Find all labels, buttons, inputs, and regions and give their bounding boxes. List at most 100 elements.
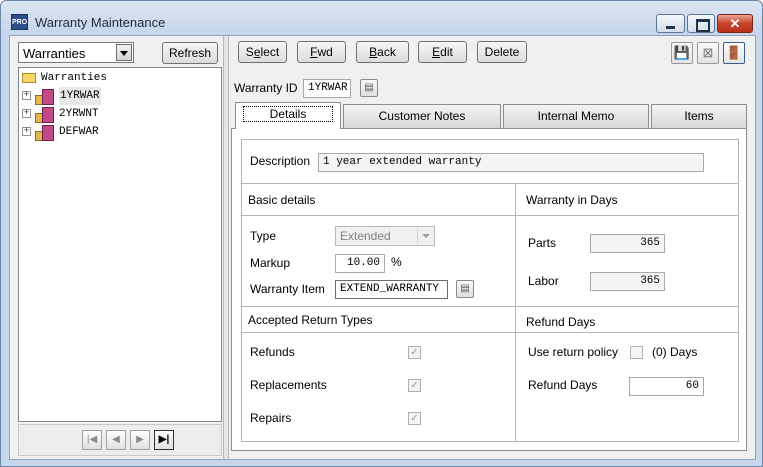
app-icon: PRO — [11, 14, 28, 30]
warranty-id-field[interactable]: 1YRWAR — [303, 79, 351, 98]
tree-item-label: 2YRWNT — [59, 108, 99, 120]
forward-label-post: wd — [317, 45, 333, 59]
warranty-item-label: Warranty Item — [250, 282, 325, 296]
tree-item-label: 1YRWAR — [59, 87, 101, 105]
warranty-icon — [35, 89, 54, 105]
save-icon[interactable]: 💾 — [671, 42, 693, 64]
repairs-checkbox[interactable]: ✓ — [408, 412, 421, 425]
next-icon: ▶ — [136, 434, 144, 445]
forward-button[interactable]: Fwd — [297, 41, 346, 63]
type-label: Type — [250, 229, 277, 243]
tree-root-label: Warranties — [41, 72, 108, 84]
back-button[interactable]: Back — [356, 41, 409, 63]
list-type-combo[interactable]: Warranties — [18, 42, 134, 63]
labor-field[interactable]: 365 — [590, 272, 665, 291]
refund-days-title: Refund Days — [526, 315, 596, 329]
warranty-icon — [35, 125, 54, 141]
tree-item[interactable]: + DEFWAR — [19, 123, 219, 141]
basic-details-title: Basic details — [248, 193, 316, 207]
refund-days-group: Refund Days Use return policy (0) Days R… — [515, 306, 739, 442]
tree-root[interactable]: Warranties — [19, 69, 219, 87]
refund-days-header: Refund Days — [516, 307, 738, 333]
warranty-days-group: Warranty in Days Parts 365 Labor 365 — [515, 183, 739, 307]
tree-item[interactable]: + 1YRWAR — [19, 87, 219, 105]
tab-items[interactable]: Items — [651, 104, 747, 128]
previous-icon: ◀ — [112, 434, 120, 445]
basic-details-header: Basic details — [242, 184, 515, 216]
warranty-id-label: Warranty ID — [234, 81, 298, 95]
tree-item-label: DEFWAR — [59, 126, 99, 138]
lookup-icon[interactable]: ▤ — [360, 79, 378, 97]
refund-days-field[interactable]: 60 — [629, 377, 704, 396]
replacements-checkbox[interactable]: ✓ — [408, 379, 421, 392]
warranty-icon — [35, 107, 54, 123]
maximize-button[interactable] — [687, 14, 715, 33]
return-types-title: Accepted Return Types — [248, 313, 373, 327]
use-return-policy-checkbox[interactable] — [630, 346, 643, 359]
use-return-policy-label: Use return policy — [528, 345, 619, 359]
select-accel: e — [253, 45, 261, 59]
last-record-button[interactable]: ▶| — [154, 430, 174, 450]
delete-button[interactable]: Delete — [477, 41, 527, 63]
folder-icon — [22, 73, 36, 83]
pane-splitter[interactable] — [223, 36, 229, 459]
expand-icon[interactable]: + — [22, 109, 31, 118]
minimize-button[interactable] — [656, 14, 685, 33]
markup-field[interactable]: 10.00 — [335, 254, 385, 273]
close-icon: ✕ — [729, 16, 741, 31]
close-button[interactable]: ✕ — [717, 14, 753, 33]
policy-days-text: (0) Days — [652, 345, 698, 359]
type-value: Extended — [340, 229, 391, 243]
details-panel: Description 1 year extended warranty Bas… — [231, 128, 747, 451]
warranty-item-field[interactable]: EXTEND_WARRANTY — [335, 280, 448, 299]
markup-unit: % — [391, 255, 402, 269]
edit-label-post: dit — [440, 45, 453, 59]
chevron-down-icon[interactable] — [116, 44, 132, 61]
repairs-label: Repairs — [250, 411, 292, 425]
return-types-group: Accepted Return Types Refunds ✓ Replacem… — [241, 306, 516, 442]
previous-record-button[interactable]: ◀ — [106, 430, 126, 450]
edit-button[interactable]: Edit — [418, 41, 467, 63]
select-label-post: lect — [260, 45, 280, 59]
type-select[interactable]: Extended — [335, 226, 435, 246]
refunds-label: Refunds — [250, 345, 295, 359]
description-field[interactable]: 1 year extended warranty — [318, 153, 704, 172]
record-navigator: |◀ ◀ ▶ ▶| — [18, 424, 222, 456]
lookup-icon[interactable]: ▤ — [456, 280, 474, 298]
tab-customer-notes[interactable]: Customer Notes — [343, 104, 501, 128]
next-record-button[interactable]: ▶ — [130, 430, 150, 450]
parts-field[interactable]: 365 — [590, 234, 665, 253]
warranty-tree: Warranties + 1YRWAR + 2YRWNT + DEFWAR — [18, 67, 222, 422]
warranty-days-header: Warranty in Days — [516, 184, 738, 216]
replacements-label: Replacements — [250, 378, 327, 392]
refund-days-label: Refund Days — [528, 378, 598, 392]
tab-details-label: Details — [242, 106, 334, 122]
window: PRO Warranty Maintenance ✕ Warranties Re… — [0, 0, 763, 467]
refunds-checkbox[interactable]: ✓ — [408, 346, 421, 359]
description-label: Description — [250, 154, 311, 168]
chevron-down-icon — [417, 228, 433, 244]
markup-label: Markup — [250, 256, 291, 270]
expand-icon[interactable]: + — [22, 91, 31, 100]
select-button[interactable]: Select — [238, 41, 287, 63]
client-area: Warranties Refresh Warranties + 1YRWAR +… — [9, 35, 756, 460]
labor-label: Labor — [528, 274, 559, 288]
cancel-icon[interactable]: ⊠ — [697, 42, 719, 64]
tree-item[interactable]: + 2YRWNT — [19, 105, 219, 123]
refresh-button[interactable]: Refresh — [162, 42, 218, 64]
list-type-value: Warranties — [23, 46, 86, 61]
select-label-pre: S — [245, 45, 254, 59]
last-icon: ▶| — [158, 434, 170, 445]
description-group: Description 1 year extended warranty — [241, 139, 739, 184]
back-label-post: ack — [377, 45, 396, 59]
first-record-button[interactable]: |◀ — [82, 430, 102, 450]
warranty-days-title: Warranty in Days — [526, 193, 618, 207]
tab-internal-memo[interactable]: Internal Memo — [503, 104, 649, 128]
exit-icon[interactable]: 🚪 — [723, 42, 745, 64]
first-icon: |◀ — [86, 434, 98, 445]
title-bar: PRO Warranty Maintenance ✕ — [1, 1, 762, 33]
left-pane: Warranties Refresh Warranties + 1YRWAR +… — [10, 36, 224, 459]
edit-accel: E — [432, 45, 441, 59]
tab-details[interactable]: Details — [235, 102, 341, 129]
expand-icon[interactable]: + — [22, 127, 31, 136]
